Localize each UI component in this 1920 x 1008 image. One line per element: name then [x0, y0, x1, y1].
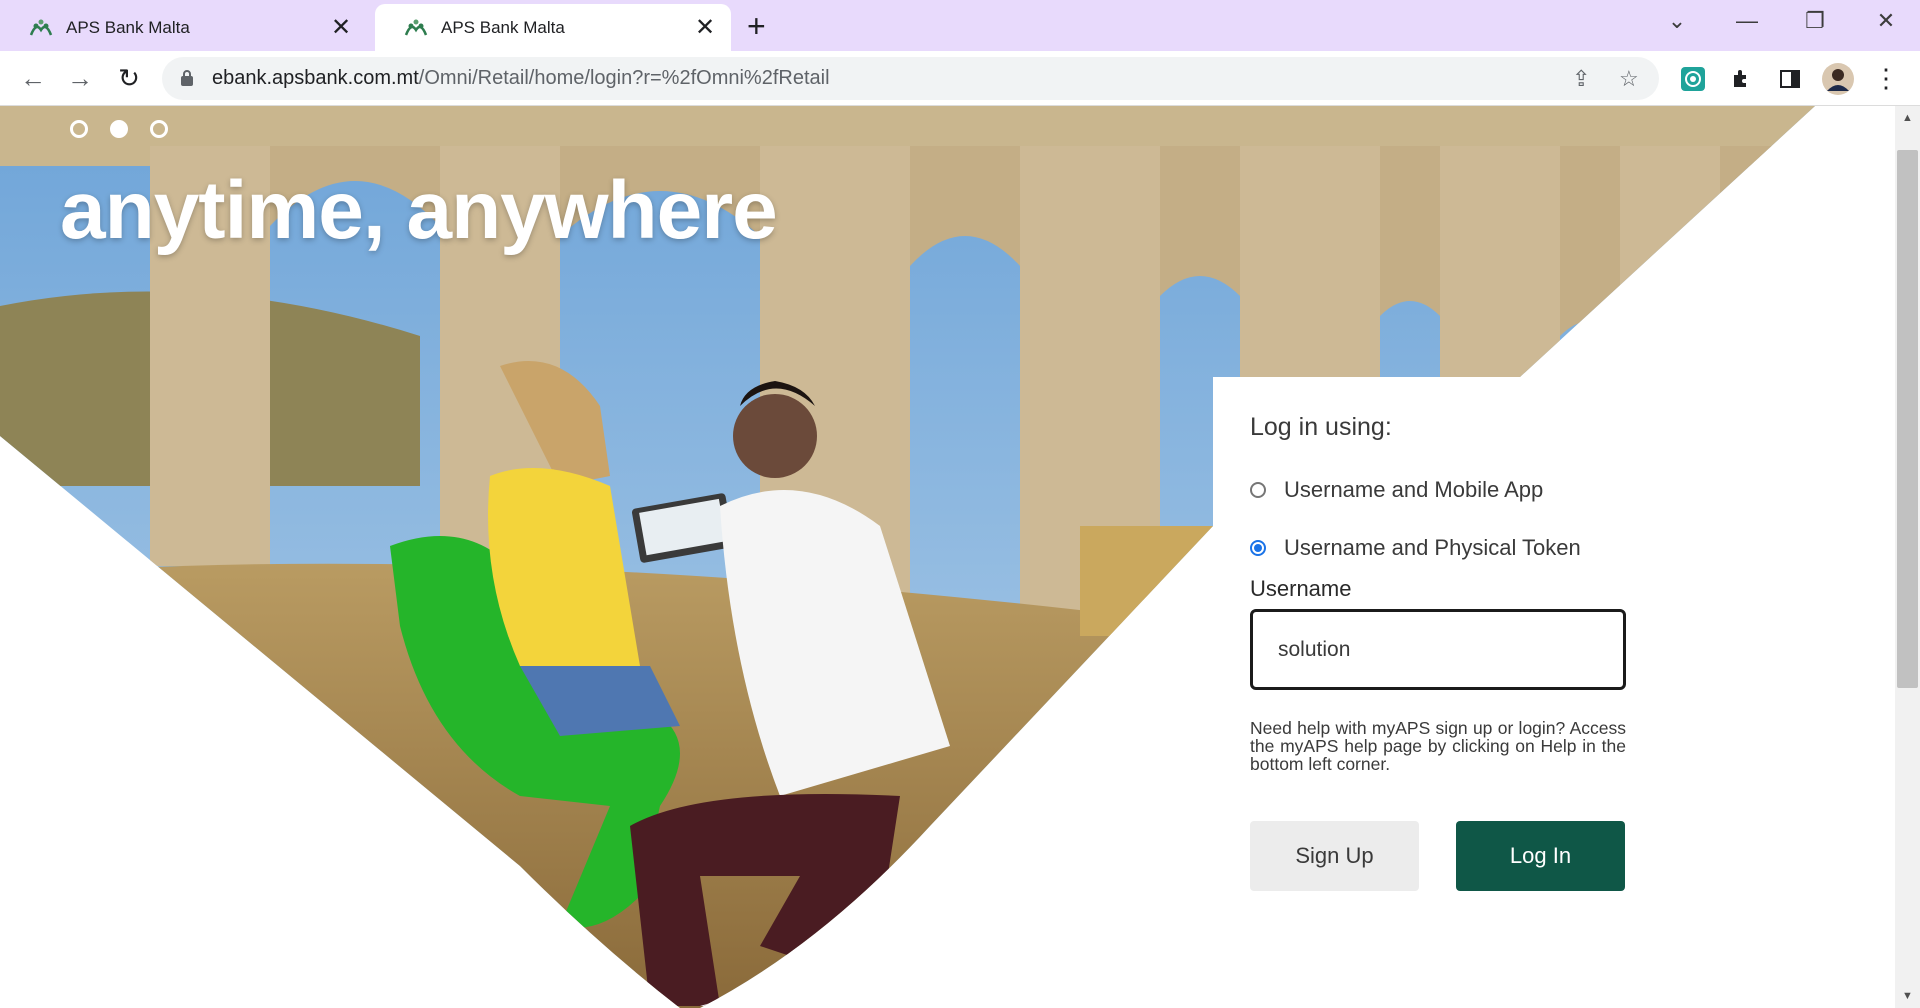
hero-headline: anytime, anywhere [60, 165, 778, 256]
avatar-icon [1822, 63, 1854, 95]
tab-search-chevron-icon[interactable]: ⌄ [1657, 8, 1697, 34]
new-tab-plus-icon[interactable]: + [747, 10, 766, 42]
scroll-down-arrow-icon[interactable]: ▼ [1897, 990, 1918, 1002]
log-in-button[interactable]: Log In [1456, 821, 1625, 891]
url-host: ebank.apsbank.com.mt [212, 67, 419, 89]
radio-mobile-app[interactable] [1250, 482, 1266, 498]
back-arrow-icon[interactable]: ← [16, 61, 50, 95]
browser-toolbar: ← → ↻ ebank.apsbank.com.mt/Omni/Retail/h… [0, 51, 1920, 106]
close-tab-icon[interactable]: ✕ [693, 15, 717, 40]
browser-menu-icon[interactable]: ⋮ [1869, 61, 1903, 95]
share-icon[interactable]: ⇪ [1572, 66, 1590, 92]
carousel-dot-active[interactable] [110, 120, 128, 138]
side-panel-icon[interactable] [1773, 62, 1807, 96]
sign-up-button[interactable]: Sign Up [1250, 821, 1419, 891]
puzzle-extensions-icon[interactable] [1725, 62, 1759, 96]
minimize-icon[interactable]: — [1727, 8, 1767, 34]
extension-logo-icon [1681, 67, 1705, 91]
side-panel-glyph-icon [1780, 70, 1800, 88]
lock-icon [181, 70, 193, 86]
restore-icon[interactable]: ❐ [1795, 8, 1835, 34]
profile-avatar[interactable] [1821, 62, 1855, 96]
bookmark-star-icon[interactable]: ☆ [1619, 66, 1639, 92]
option-mobile-app-label: Username and Mobile App [1284, 477, 1544, 502]
carousel-dot[interactable] [70, 120, 88, 138]
login-method-heading: Log in using: [1250, 413, 1392, 441]
close-window-icon[interactable]: ✕ [1866, 8, 1906, 34]
reload-icon[interactable]: ↻ [112, 61, 146, 95]
page-viewport: anytime, anywhere Log in using: Username… [0, 106, 1895, 1008]
url-text[interactable]: ebank.apsbank.com.mt/Omni/Retail/home/lo… [212, 57, 830, 100]
carousel-dot[interactable] [150, 120, 168, 138]
address-bar[interactable]: ebank.apsbank.com.mt/Omni/Retail/home/lo… [162, 57, 1659, 100]
option-mobile-app[interactable]: Username and Mobile App [1250, 477, 1543, 503]
url-path: /Omni/Retail/home/login?r=%2fOmni%2fReta… [418, 67, 830, 89]
browser-tab-active[interactable]: APS Bank Malta ✕ [375, 4, 731, 51]
username-label: Username [1250, 576, 1352, 601]
login-panel: Log in using: Username and Mobile App Us… [1213, 377, 1653, 1008]
aps-bank-favicon-icon [404, 19, 428, 35]
help-text: Need help with myAPS sign up or login? A… [1250, 718, 1626, 774]
option-physical-token[interactable]: Username and Physical Token [1250, 535, 1581, 561]
option-physical-token-label: Username and Physical Token [1284, 535, 1581, 560]
browser-tab[interactable]: APS Bank Malta ✕ [0, 4, 367, 51]
forward-arrow-icon[interactable]: → [63, 61, 97, 95]
puzzle-icon [1734, 70, 1746, 87]
tab-title: APS Bank Malta [441, 17, 565, 37]
scroll-up-arrow-icon[interactable]: ▲ [1897, 112, 1918, 124]
scrollbar-thumb[interactable] [1897, 150, 1918, 688]
close-tab-icon[interactable]: ✕ [329, 15, 353, 40]
carousel-indicators [70, 120, 168, 138]
radio-physical-token[interactable] [1250, 540, 1266, 556]
tab-strip: APS Bank Malta ✕ APS Bank Malta ✕ + ⌄ — … [0, 0, 1920, 51]
aps-bank-favicon-icon [29, 19, 53, 35]
extension-icon[interactable] [1676, 62, 1710, 96]
username-input[interactable] [1250, 609, 1626, 690]
tab-title: APS Bank Malta [66, 17, 190, 37]
